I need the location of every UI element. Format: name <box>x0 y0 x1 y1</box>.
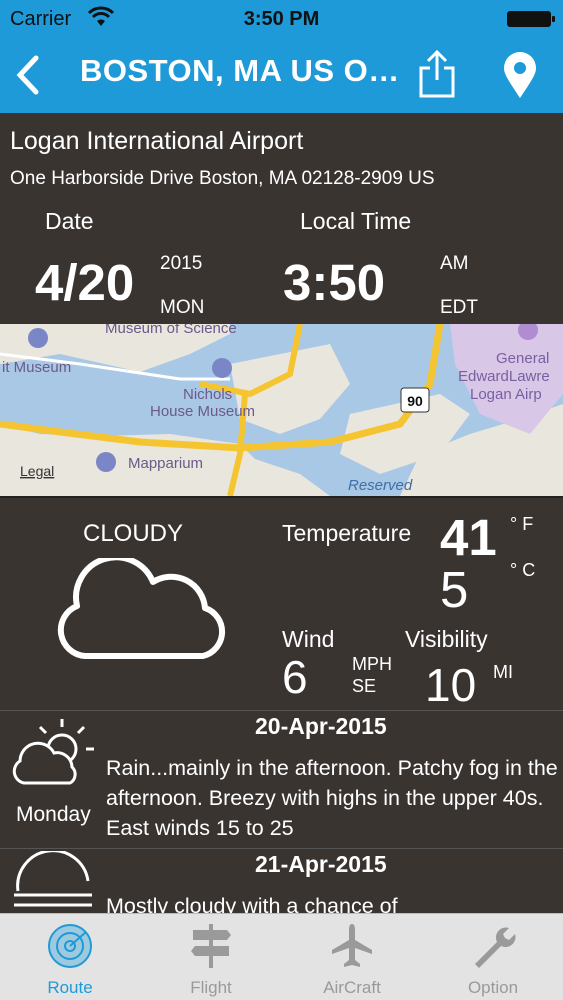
map-label: Reserved <box>348 477 413 494</box>
timezone-value: EDT <box>440 297 478 318</box>
forecast-date: 20-Apr-2015 <box>255 713 387 739</box>
map-label: Museum of Science <box>105 324 237 337</box>
airport-name: Logan International Airport <box>10 127 304 155</box>
wind-direction: SE <box>352 676 377 696</box>
tab-flight[interactable]: Flight <box>141 914 281 1000</box>
battery-icon <box>507 11 555 27</box>
header-bar: Carrier 3:50 PM BOSTON, MA US O… <box>0 0 563 113</box>
date-label: Date <box>45 208 94 234</box>
map-label: Nichols <box>183 386 232 403</box>
highway-number: 90 <box>407 393 423 409</box>
ampm-value: AM <box>440 253 469 274</box>
temperature-c: 5 <box>440 561 469 618</box>
wind-label: Wind <box>282 626 335 652</box>
wrench-icon <box>475 927 516 968</box>
tab-aircraft[interactable]: AirCraft <box>282 914 422 1000</box>
unit-c: ° C <box>510 560 536 580</box>
museum-icon <box>212 358 232 378</box>
tab-label: Route <box>47 978 93 997</box>
forecast-date: 21-Apr-2015 <box>255 851 387 877</box>
status-time: 3:50 PM <box>243 8 320 30</box>
visibility-value: 10 <box>425 659 477 711</box>
tab-label: Flight <box>190 978 232 997</box>
airport-info-panel: Logan International Airport One Harborsi… <box>0 113 563 324</box>
back-chevron-icon[interactable] <box>10 52 46 98</box>
share-icon[interactable] <box>415 48 459 100</box>
map-label: Mapparium <box>128 455 203 472</box>
date-value: 4/20 <box>35 254 135 311</box>
museum-icon <box>96 452 116 472</box>
forecast-text: Mostly cloudy with a chance of <box>106 894 398 913</box>
page-title: BOSTON, MA US O… <box>80 53 400 88</box>
map-label: House Museum <box>150 403 255 420</box>
forecast-row[interactable]: 20-Apr-2015 Monday Rain...mainly in the … <box>0 710 563 848</box>
tab-label: AirCraft <box>323 978 381 997</box>
visibility-label: Visibility <box>405 626 488 652</box>
temperature-label: Temperature <box>282 520 412 546</box>
airport-address: One Harborside Drive Boston, MA 02128-29… <box>10 168 435 189</box>
wind-speed: 6 <box>282 651 308 703</box>
signpost-icon <box>191 924 231 968</box>
current-weather-panel: CLOUDY Temperature 41 ° F 5 ° C Wind Vis… <box>0 496 563 711</box>
tab-label: Option <box>467 978 519 997</box>
map-label: it Museum <box>2 359 71 376</box>
weekday-value: MON <box>160 297 205 318</box>
forecast-list[interactable]: 20-Apr-2015 Monday Rain...mainly in the … <box>0 710 563 913</box>
legal-link[interactable]: Legal <box>20 463 54 479</box>
radar-icon <box>48 924 92 968</box>
map-label: General <box>496 350 549 367</box>
status-bar: Carrier 3:50 PM <box>0 0 563 38</box>
map-label: Logan Airp <box>470 386 542 403</box>
forecast-row[interactable]: 21-Apr-2015 Mostly cloudy with a chance … <box>0 848 563 913</box>
year-value: 2015 <box>160 253 203 274</box>
local-time-label: Local Time <box>300 208 412 234</box>
partly-cloudy-icon <box>12 719 94 785</box>
local-time-value: 3:50 <box>283 254 386 311</box>
temperature-f: 41 <box>440 509 497 566</box>
weather-condition: CLOUDY <box>83 520 184 547</box>
unit-f: ° F <box>510 514 534 534</box>
tab-option[interactable]: Option <box>423 914 563 1000</box>
cloud-icon <box>57 558 226 659</box>
wind-unit: MPH <box>352 654 392 674</box>
tab-bar: Route Flight AirCraft Option <box>0 913 563 1000</box>
museum-icon <box>28 328 48 348</box>
visibility-unit: MI <box>493 662 513 682</box>
tab-route[interactable]: Route <box>0 914 140 1000</box>
location-pin-icon[interactable] <box>500 50 540 100</box>
airplane-icon <box>332 924 372 967</box>
navigation-bar: BOSTON, MA US O… <box>0 38 563 113</box>
map-view[interactable]: 90 Museum of Science it Museum Nichols H… <box>0 324 563 496</box>
forecast-day: Monday <box>16 803 91 826</box>
map-label: EdwardLawre <box>458 368 550 385</box>
fog-icon <box>14 851 92 907</box>
forecast-text: Rain...mainly in the afternoon. Patchy f… <box>106 756 558 840</box>
